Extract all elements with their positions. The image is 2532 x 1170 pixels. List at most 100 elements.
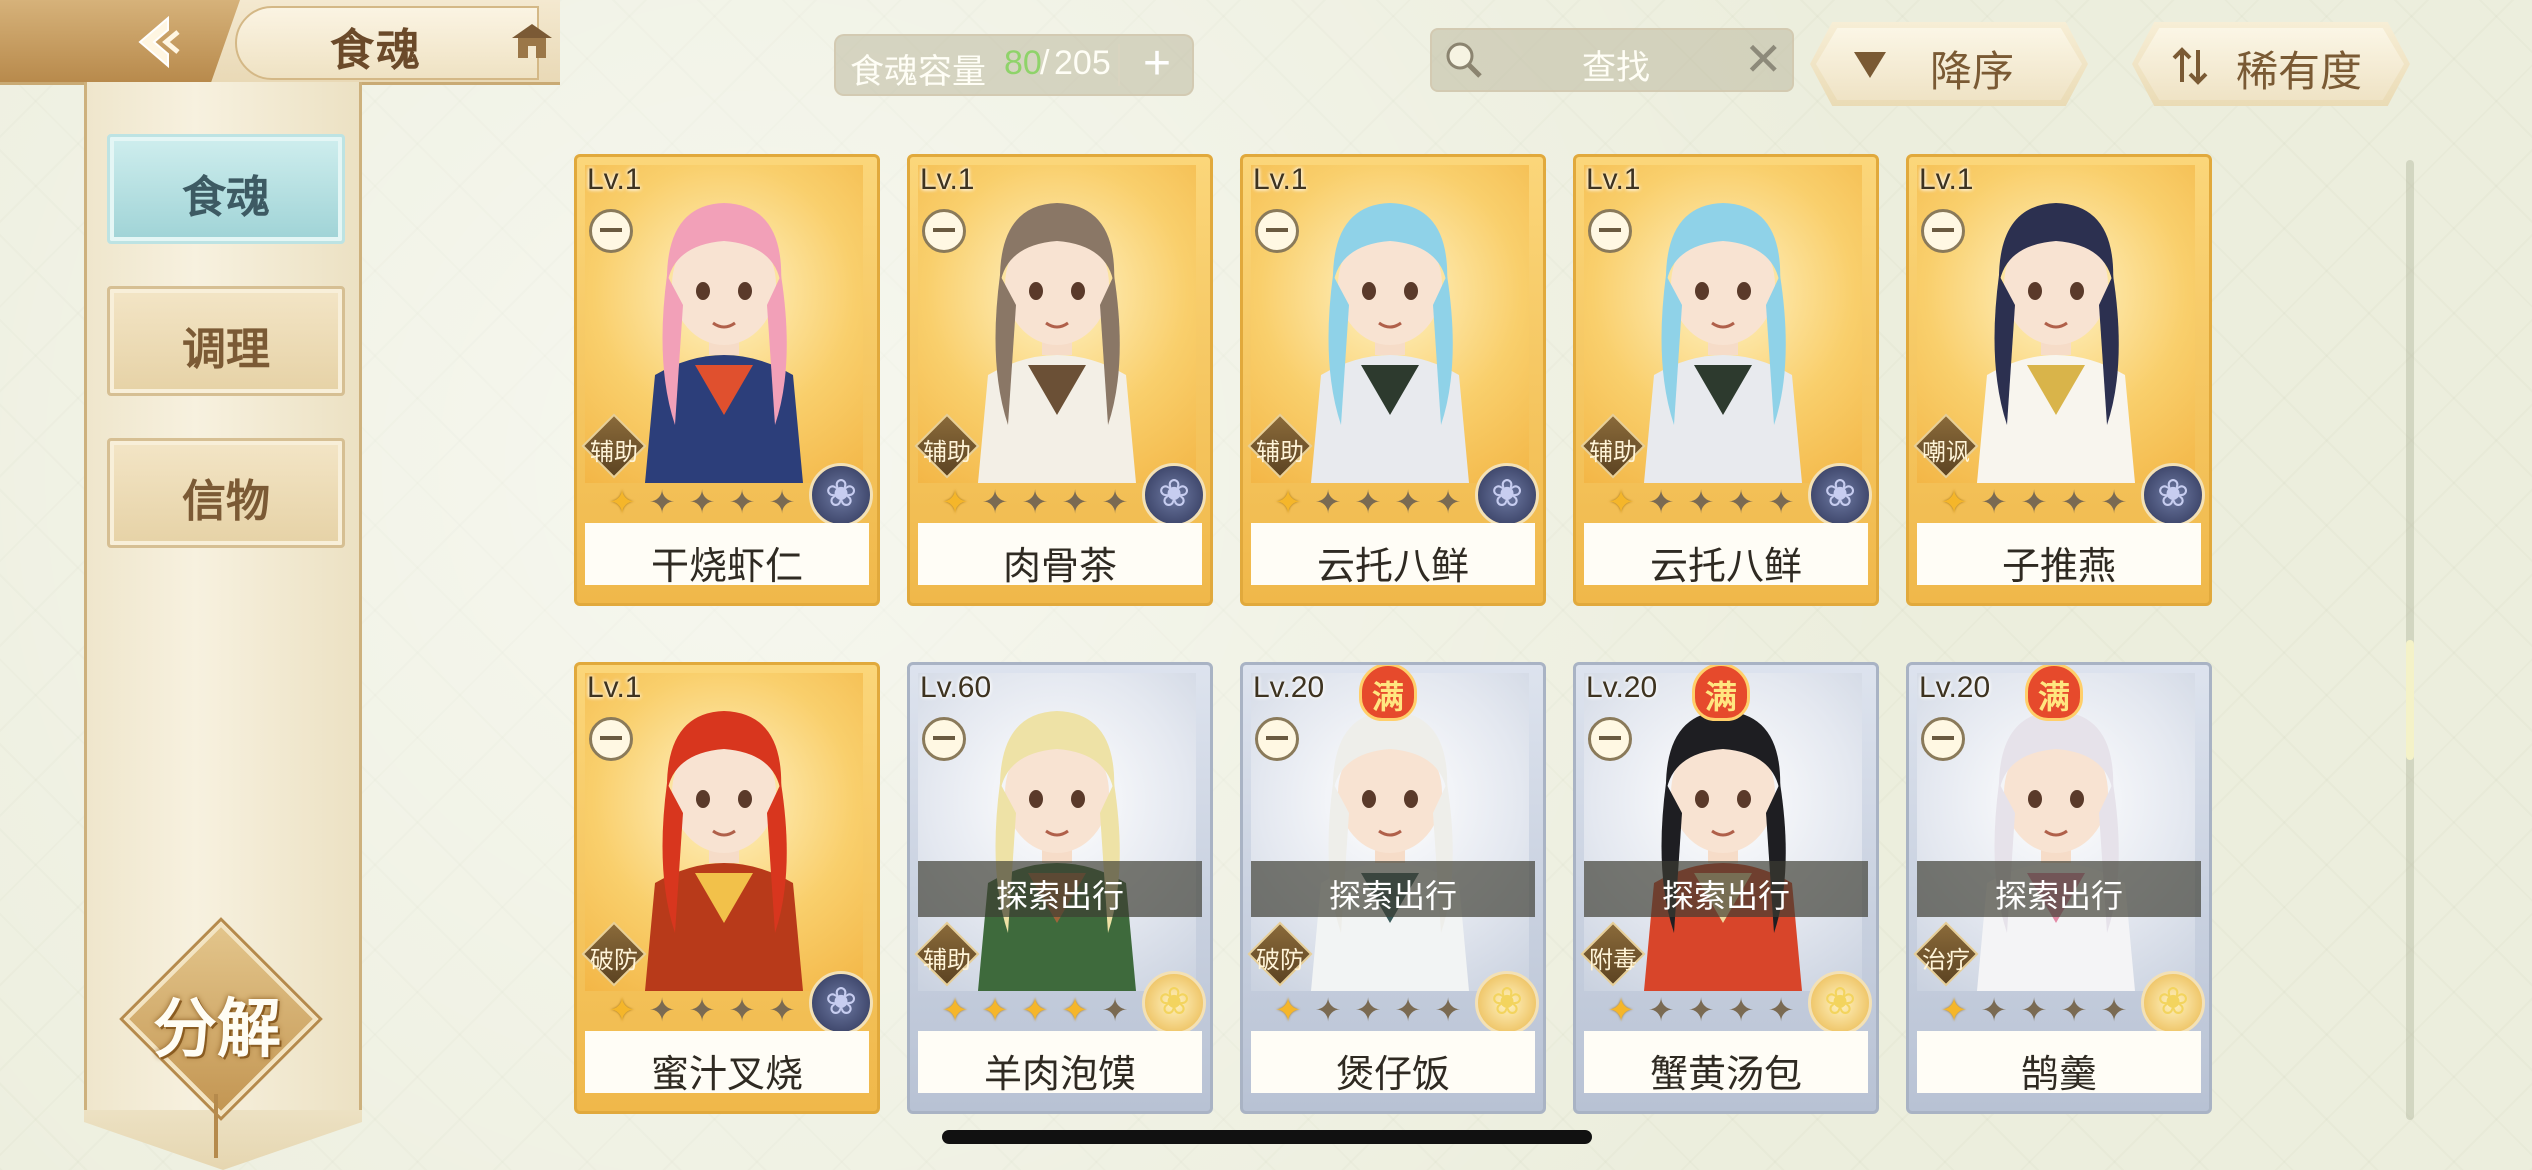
element-flower-icon: ❀ — [1142, 463, 1206, 527]
card-name: 煲仔饭 — [1335, 1054, 1450, 1096]
role-badge: 破防 — [581, 921, 647, 987]
flame-star-icon: ✦ — [1434, 484, 1462, 520]
exploring-overlay: 探索出行 — [1251, 861, 1535, 917]
max-level-badge: 满 — [2025, 665, 2083, 721]
flame-star-icon: ✦ — [1607, 992, 1635, 1028]
exploring-overlay: 探索出行 — [1584, 861, 1868, 917]
flame-star-icon: ✦ — [1980, 992, 2008, 1028]
expand-capacity-button[interactable]: + — [1132, 40, 1182, 90]
flame-star-icon: ✦ — [1394, 484, 1422, 520]
food-soul-card[interactable]: Lv.1 辅助 ✦ ✦ ✦ ✦ ✦ ❀ 干烧虾仁 — [574, 154, 880, 606]
flame-star-icon: ✦ — [1687, 992, 1715, 1028]
flame-star-icon: ✦ — [1607, 484, 1635, 520]
flame-star-icon: ✦ — [1274, 484, 1302, 520]
card-level: Lv.1 — [1586, 163, 1641, 196]
role-label: 辅助 — [1256, 439, 1304, 466]
exploring-overlay: 探索出行 — [918, 861, 1202, 917]
role-badge: 附毒 — [1580, 921, 1646, 987]
card-level: Lv.1 — [920, 163, 975, 196]
food-soul-card[interactable]: Lv.20 满探索出行 治疗 ✦ ✦ ✦ ✦ ✦ ❀ 鹄羹 — [1906, 662, 2212, 1114]
food-soul-card[interactable]: Lv.1 嘲讽 ✦ ✦ ✦ ✦ ✦ ❀ 子推燕 — [1906, 154, 2212, 606]
role-badge: 辅助 — [1247, 413, 1313, 479]
decompose-button[interactable]: 分解 — [123, 921, 319, 1117]
role-label: 辅助 — [923, 439, 971, 466]
food-soul-card[interactable]: Lv.60 探索出行 辅助 ✦ ✦ ✦ ✦ ✦ ❀ 羊肉泡馍 — [907, 662, 1213, 1114]
card-name: 羊肉泡馍 — [983, 1054, 1136, 1096]
back-arrow-icon — [138, 15, 180, 69]
back-button[interactable] — [0, 0, 240, 82]
flame-star-icon: ✦ — [768, 992, 796, 1028]
flame-star-icon: ✦ — [1101, 484, 1129, 520]
star-rating: ✦ ✦ ✦ ✦ ✦ — [936, 483, 1134, 523]
card-name: 蟹黄汤包 — [1649, 1054, 1802, 1096]
flame-star-icon: ✦ — [1434, 992, 1462, 1028]
role-badge: 辅助 — [914, 921, 980, 987]
flame-star-icon: ✦ — [648, 484, 676, 520]
home-indicator[interactable] — [942, 1130, 1592, 1144]
flame-star-icon: ✦ — [1061, 992, 1089, 1028]
flame-star-icon: ✦ — [1687, 484, 1715, 520]
role-label: 附毒 — [1589, 947, 1637, 974]
bowl-icon — [1921, 209, 1965, 253]
flame-star-icon: ✦ — [1274, 992, 1302, 1028]
bowl-icon — [922, 717, 966, 761]
food-soul-card[interactable]: Lv.1 辅助 ✦ ✦ ✦ ✦ ✦ ❀ 云托八鲜 — [1573, 154, 1879, 606]
exploring-label: 探索出行 — [1328, 878, 1457, 914]
sort-order-label: 降序 — [1930, 47, 2015, 96]
card-name: 云托八鲜 — [1316, 546, 1469, 588]
card-level: Lv.20 — [1586, 671, 1658, 704]
food-soul-card[interactable]: Lv.1 破防 ✦ ✦ ✦ ✦ ✦ ❀ 蜜汁叉烧 — [574, 662, 880, 1114]
max-level-badge: 满 — [1692, 665, 1750, 721]
tab-conditioning[interactable]: 调理 — [107, 286, 345, 396]
card-name: 鹄羹 — [2020, 1054, 2097, 1096]
capacity-divider — [1118, 44, 1120, 86]
flame-star-icon: ✦ — [1940, 484, 1968, 520]
food-soul-card[interactable]: Lv.20 满探索出行 附毒 ✦ ✦ ✦ ✦ ✦ ❀ 蟹黄汤包 — [1573, 662, 1879, 1114]
sort-key-button[interactable]: 稀有度 — [2132, 22, 2410, 106]
bowl-icon — [1255, 209, 1299, 253]
flame-star-icon: ✦ — [1980, 484, 2008, 520]
element-flower-icon: ❀ — [1142, 971, 1206, 1035]
card-level: Lv.1 — [1253, 163, 1308, 196]
role-badge: 辅助 — [581, 413, 647, 479]
flame-star-icon: ✦ — [2100, 992, 2128, 1028]
tab-keepsake[interactable]: 信物 — [107, 438, 345, 548]
scrollbar[interactable] — [2406, 160, 2414, 1120]
capacity-display: 食魂容量 80 / 205 + — [834, 34, 1194, 96]
element-flower-icon: ❀ — [2141, 463, 2205, 527]
flame-star-icon: ✦ — [688, 992, 716, 1028]
decompose-label: 分解 — [153, 992, 281, 1067]
role-badge: 嘲讽 — [1913, 413, 1979, 479]
tab-label: 信物 — [182, 476, 270, 527]
star-rating: ✦ ✦ ✦ ✦ ✦ — [1935, 991, 2133, 1031]
food-soul-card[interactable]: Lv.20 满探索出行 破防 ✦ ✦ ✦ ✦ ✦ ❀ 煲仔饭 — [1240, 662, 1546, 1114]
tab-food-soul[interactable]: 食魂 — [107, 134, 345, 244]
tab-label: 食魂 — [182, 172, 270, 223]
card-level: Lv.1 — [587, 671, 642, 704]
exploring-label: 探索出行 — [1994, 878, 2123, 914]
search-placeholder: 查找 — [1582, 49, 1650, 87]
food-soul-card[interactable]: Lv.1 辅助 ✦ ✦ ✦ ✦ ✦ ❀ 肉骨茶 — [907, 154, 1213, 606]
search-field[interactable]: 查找 ✕ — [1430, 28, 1794, 92]
flame-star-icon: ✦ — [1394, 992, 1422, 1028]
flame-star-icon: ✦ — [648, 992, 676, 1028]
home-icon[interactable] — [508, 20, 556, 62]
flame-star-icon: ✦ — [2100, 484, 2128, 520]
card-namebar: 云托八鲜 — [1251, 523, 1535, 588]
flame-star-icon: ✦ — [608, 484, 636, 520]
flame-star-icon: ✦ — [981, 484, 1009, 520]
flame-star-icon: ✦ — [1727, 484, 1755, 520]
scrollbar-thumb[interactable] — [2406, 640, 2414, 760]
clear-search-button[interactable]: ✕ — [1744, 32, 1783, 86]
role-label: 辅助 — [923, 947, 971, 974]
flame-star-icon: ✦ — [768, 484, 796, 520]
star-rating: ✦ ✦ ✦ ✦ ✦ — [936, 991, 1134, 1031]
card-level: Lv.20 — [1919, 671, 1991, 704]
flame-star-icon: ✦ — [2020, 992, 2048, 1028]
bowl-icon — [922, 209, 966, 253]
capacity-separator: / — [1040, 44, 1050, 82]
star-rating: ✦ ✦ ✦ ✦ ✦ — [1602, 483, 1800, 523]
flame-star-icon: ✦ — [2020, 484, 2048, 520]
sort-order-button[interactable]: 降序 — [1810, 22, 2088, 106]
food-soul-card[interactable]: Lv.1 辅助 ✦ ✦ ✦ ✦ ✦ ❀ 云托八鲜 — [1240, 154, 1546, 606]
